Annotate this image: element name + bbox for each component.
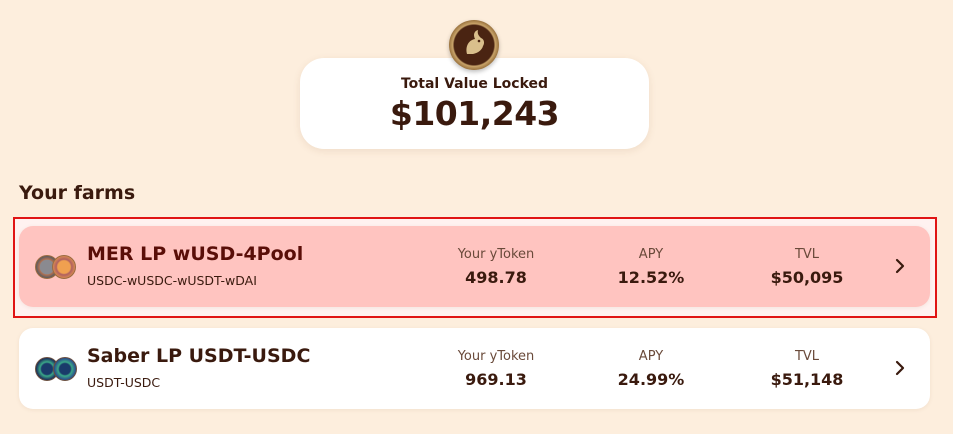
total-value-locked-card: Total Value Locked $101,243 — [300, 58, 649, 149]
tvl-value: $50,095 — [770, 268, 844, 287]
usdc-token-icon — [53, 357, 77, 381]
ytoken-value: 498.78 — [465, 268, 527, 287]
ytoken-value: 969.13 — [465, 370, 527, 389]
farm-name: Saber LP USDT-USDC — [87, 345, 311, 367]
farm-pair: USDC-wUSDC-wUSDT-wDAI — [87, 273, 257, 288]
apy-label: APY — [638, 349, 664, 364]
tvl-label: TVL — [794, 247, 820, 262]
ytoken-label: Your yToken — [457, 247, 535, 262]
wusd-4pool-token-icon — [52, 255, 76, 279]
tvl-value: $101,243 — [389, 94, 560, 133]
tvl-value: $51,148 — [770, 370, 844, 389]
apy-value: 12.52% — [617, 268, 685, 287]
tvl-label: Total Value Locked — [400, 76, 549, 92]
farm-name: MER LP wUSD-4Pool — [87, 243, 304, 265]
apy-label: APY — [638, 247, 664, 262]
chevron-right-icon[interactable] — [892, 257, 908, 275]
ytoken-label: Your yToken — [457, 349, 535, 364]
rabbit-logo-icon — [449, 20, 499, 70]
farm-pair: USDT-USDC — [87, 375, 161, 390]
farm-row-mer-lp-wusd-4pool[interactable]: MER LP wUSD-4Pool USDC-wUSDC-wUSDT-wDAI … — [19, 226, 930, 307]
section-title: Your farms — [19, 182, 136, 204]
tvl-label: TVL — [794, 349, 820, 364]
chevron-right-icon[interactable] — [892, 359, 908, 377]
farm-row-saber-lp-usdt-usdc[interactable]: Saber LP USDT-USDC USDT-USDC Your yToken… — [19, 328, 930, 409]
apy-value: 24.99% — [617, 370, 685, 389]
